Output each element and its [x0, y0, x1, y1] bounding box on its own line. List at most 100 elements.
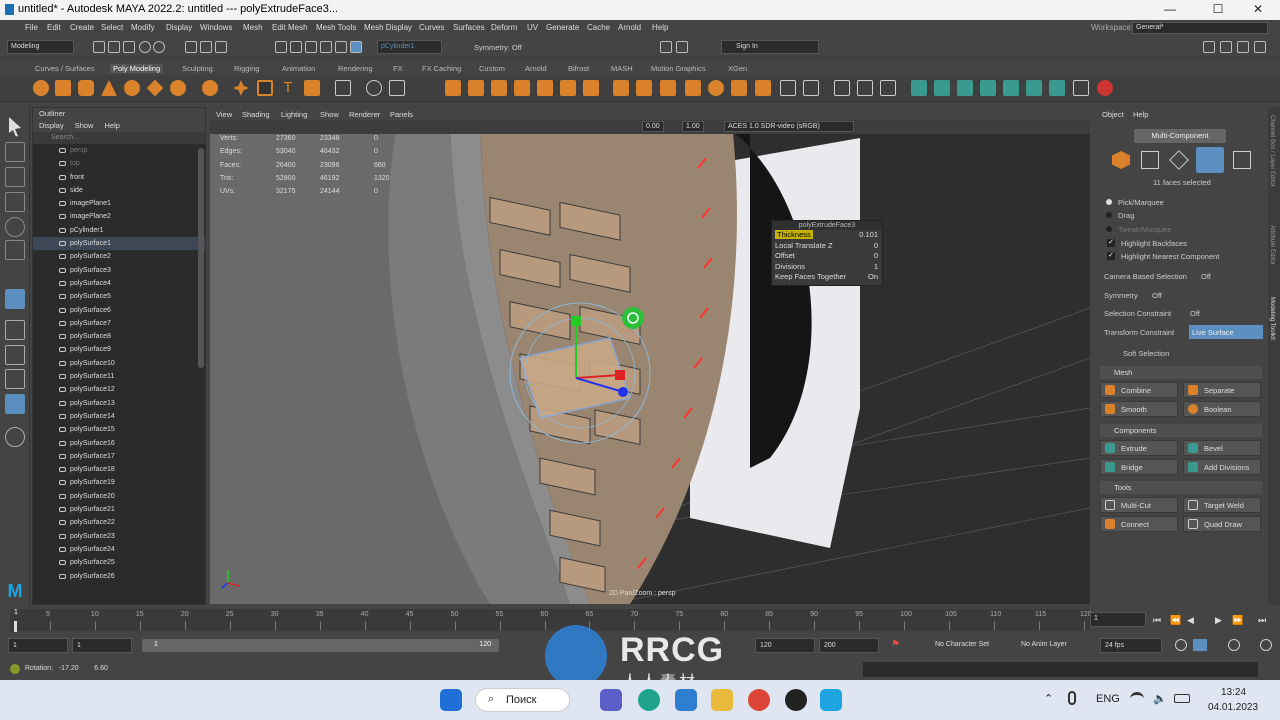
step-back-icon[interactable]: ◀ — [1187, 615, 1194, 626]
sweep-mesh-icon[interactable] — [257, 80, 273, 96]
uv-icon[interactable] — [389, 80, 405, 96]
shelf-tab-mash[interactable]: MASH — [608, 64, 636, 73]
offset-loop-icon[interactable] — [880, 80, 896, 96]
outliner-item[interactable]: persp — [33, 144, 205, 157]
live-surface-icon[interactable] — [350, 41, 362, 53]
outliner-item[interactable]: polySurface14 — [33, 410, 205, 423]
outliner-item[interactable]: polySurface6 — [33, 304, 205, 317]
soft-selection-header[interactable]: Soft Selection — [1123, 349, 1169, 358]
select-component-icon[interactable] — [215, 41, 227, 53]
outliner-item[interactable]: pCylinder1 — [33, 224, 205, 237]
camera-based-value[interactable]: Off — [1201, 272, 1211, 281]
attribute-editor-icon[interactable] — [1220, 41, 1232, 53]
select-hierarchy-icon[interactable] — [185, 41, 197, 53]
extrude-icon[interactable] — [934, 80, 950, 96]
scale-tool-icon[interactable] — [5, 240, 25, 260]
shelf-tab-custom[interactable]: Custom — [476, 64, 508, 73]
sign-in-button[interactable]: Sign In — [721, 40, 819, 54]
persp-outliner-icon[interactable] — [5, 369, 25, 389]
edge-app-icon[interactable] — [638, 689, 660, 711]
menu-edit[interactable]: Edit — [47, 23, 61, 32]
outliner-item[interactable]: polySurface2 — [33, 250, 205, 263]
outliner-item[interactable]: polySurface5 — [33, 290, 205, 303]
cp-icon[interactable] — [1097, 80, 1113, 96]
fps-dropdown[interactable]: 24 fps — [1100, 638, 1162, 653]
type-tool-icon[interactable]: T — [280, 80, 296, 96]
fill-hole-icon[interactable] — [685, 80, 701, 96]
go-to-end-icon[interactable]: ⏭ — [1258, 615, 1266, 626]
snap-together-icon[interactable] — [366, 80, 382, 96]
outliner-item[interactable]: polySurface16 — [33, 437, 205, 450]
outliner-item[interactable]: polySurface1 — [33, 237, 205, 251]
extract-icon[interactable] — [491, 80, 507, 96]
poly-sphere-icon[interactable] — [33, 80, 49, 96]
highlight-backfaces-checkbox[interactable]: ✓ — [1107, 239, 1115, 247]
menu-deform[interactable]: Deform — [491, 23, 517, 32]
edge-loop-icon[interactable] — [857, 80, 873, 96]
separate-button[interactable]: Separate — [1183, 382, 1261, 398]
outliner-item[interactable]: polySurface23 — [33, 530, 205, 543]
vertex-mode-icon[interactable] — [1141, 151, 1159, 169]
viewport-menu-panels[interactable]: Panels — [390, 110, 413, 119]
record-app-icon[interactable] — [785, 689, 807, 711]
shelf-tab-rendering[interactable]: Rendering — [335, 64, 376, 73]
outliner-item[interactable]: imagePlane1 — [33, 197, 205, 210]
outliner-item[interactable]: polySurface24 — [33, 543, 205, 556]
boolean-diff-icon[interactable] — [537, 80, 553, 96]
side-tab-modeling-toolkit[interactable]: Modeling Toolkit — [1269, 297, 1275, 340]
settings-icon[interactable] — [1228, 639, 1240, 651]
outliner-item[interactable]: top — [33, 157, 205, 170]
poly-plane-icon[interactable] — [146, 79, 164, 97]
auto-key-icon[interactable]: ⚑ — [891, 639, 903, 652]
shelf-tab-fx-caching[interactable]: FX Caching — [419, 64, 464, 73]
highlight-backfaces-label[interactable]: Highlight Backfaces — [1121, 239, 1187, 248]
extrude-attr-row[interactable]: Thickness 0.101 — [772, 230, 882, 241]
move-tool-icon[interactable] — [5, 192, 25, 212]
add-divisions-button[interactable]: Add Divisions — [1183, 459, 1261, 475]
bevel-icon[interactable] — [957, 80, 973, 96]
viewport-menu-show[interactable]: Show — [320, 110, 339, 119]
snap-surface-icon[interactable] — [320, 41, 332, 53]
pick-marquee-radio[interactable] — [1106, 199, 1112, 205]
quad-draw-button[interactable]: Quad Draw — [1183, 516, 1261, 532]
viewport-scene[interactable] — [210, 108, 1090, 604]
viewport-menu-view[interactable]: View — [216, 110, 232, 119]
save-scene-icon[interactable] — [123, 41, 135, 53]
svg-tool-icon[interactable] — [304, 80, 320, 96]
poly-cylinder-icon[interactable] — [78, 80, 94, 96]
outliner-item[interactable]: polySurface15 — [33, 423, 205, 436]
range-slider[interactable]: 1 120 — [142, 639, 499, 652]
shelf-tab-animation[interactable]: Animation — [279, 64, 318, 73]
shelf-tab-xgen[interactable]: XGen — [725, 64, 750, 73]
sphere-cage-icon[interactable] — [708, 80, 724, 96]
outliner-item[interactable]: polySurface26 — [33, 570, 205, 583]
outliner-item[interactable]: polySurface22 — [33, 516, 205, 529]
menu-surfaces[interactable]: Surfaces — [453, 23, 485, 32]
extrude-attr-row[interactable]: Offset 0 — [772, 251, 882, 262]
snap-curve-icon[interactable] — [290, 41, 302, 53]
outliner-menu-help[interactable]: Help — [105, 121, 120, 130]
taskbar-search[interactable]: ⌕ Поиск — [475, 688, 570, 712]
outliner-item[interactable]: polySurface7 — [33, 317, 205, 330]
extrude-button[interactable]: Extrude — [1100, 440, 1178, 456]
start-frame-field[interactable]: 1 — [8, 638, 68, 653]
uv-editor-icon[interactable] — [780, 80, 796, 96]
menu-arnold[interactable]: Arnold — [618, 23, 641, 32]
select-tool-icon[interactable] — [9, 117, 21, 137]
wifi-icon[interactable] — [1130, 692, 1144, 702]
current-frame-field[interactable]: 1 — [1090, 612, 1146, 627]
uv-layout-icon[interactable] — [803, 80, 819, 96]
outliner-item[interactable]: polySurface9 — [33, 343, 205, 356]
outliner-item[interactable]: polySurface13 — [33, 397, 205, 410]
outliner-item[interactable]: side — [33, 184, 205, 197]
outliner-layout-icon[interactable] — [5, 394, 25, 414]
outliner-item[interactable]: polySurface20 — [33, 490, 205, 503]
outliner-item[interactable]: polySurface19 — [33, 476, 205, 489]
tray-chevron-icon[interactable]: ⌃ — [1044, 692, 1053, 705]
viewport-menu-lighting[interactable]: Lighting — [281, 110, 307, 119]
outliner-item[interactable]: polySurface17 — [33, 450, 205, 463]
select-object-icon[interactable] — [200, 41, 212, 53]
shelf-tab-motion-graphics[interactable]: Motion Graphics — [648, 64, 709, 73]
extrude-attr-row[interactable]: Divisions 1 — [772, 262, 882, 273]
open-scene-icon[interactable] — [108, 41, 120, 53]
